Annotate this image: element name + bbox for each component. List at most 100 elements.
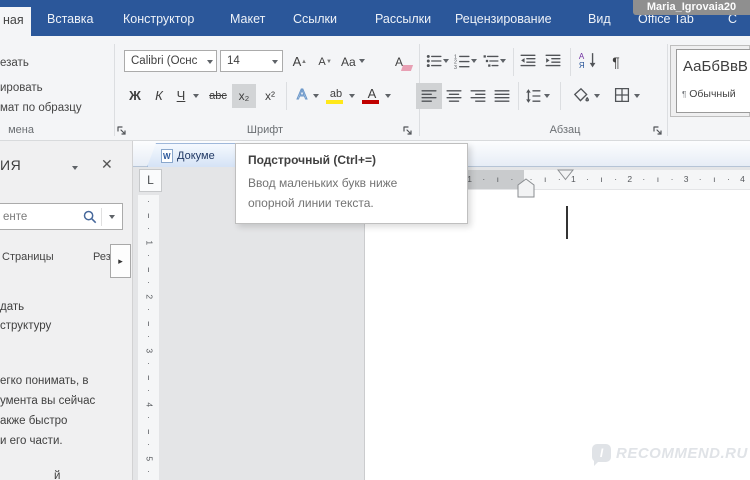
align-left-icon[interactable]: [421, 88, 437, 104]
paragraph-dialog-launcher-icon[interactable]: [653, 126, 663, 136]
decrease-indent-icon[interactable]: [520, 53, 536, 69]
bullet-list-chevron-icon[interactable]: [443, 59, 449, 66]
document-tab[interactable]: Докуме: [147, 143, 239, 167]
tab-layout[interactable]: Макет: [230, 12, 265, 26]
group-divider: [667, 44, 668, 136]
underline-chevron-icon[interactable]: [193, 94, 199, 101]
nav-text-line: дать: [0, 301, 24, 313]
font-color-button[interactable]: А: [362, 82, 382, 106]
bold-button[interactable]: Ж: [124, 84, 146, 108]
tab-view[interactable]: Вид: [588, 12, 611, 26]
numbered-list-chevron-icon[interactable]: [471, 59, 477, 66]
text-effects-button[interactable]: А: [292, 83, 312, 107]
nav-text-line: егко понимать, в: [0, 375, 89, 387]
multilevel-list-chevron-icon[interactable]: [500, 59, 506, 66]
font-color-bar: [362, 100, 379, 104]
grow-font-button[interactable]: А▲: [286, 50, 308, 74]
tab-mailings[interactable]: Рассылки: [375, 12, 431, 26]
first-line-indent-marker[interactable]: [557, 169, 574, 181]
tab-references[interactable]: Ссылки: [293, 12, 337, 26]
tab-review[interactable]: Рецензирование: [455, 12, 552, 26]
font-name-value: Calibri (Оснс: [131, 55, 209, 67]
borders-chevron-icon[interactable]: [634, 94, 640, 101]
shrink-font-button[interactable]: А▼: [311, 50, 333, 74]
nav-text-line: умента вы сейчас: [0, 395, 95, 407]
search-icon[interactable]: [83, 210, 97, 224]
tooltip-body-line: опорной линии текста.: [248, 196, 374, 210]
search-chevron-icon[interactable]: [109, 215, 115, 222]
multilevel-list-icon[interactable]: [483, 53, 499, 69]
document-tab-label: Докуме: [177, 150, 215, 162]
hanging-indent-marker[interactable]: [517, 178, 535, 198]
nav-tabs-more-button[interactable]: ▸: [110, 244, 131, 278]
tab-insert[interactable]: Вставка: [47, 12, 93, 26]
nav-pane-close-icon[interactable]: ✕: [101, 156, 113, 173]
show-marks-button[interactable]: ¶: [606, 50, 626, 74]
clear-formatting-button[interactable]: А: [388, 50, 410, 74]
line-spacing-chevron-icon[interactable]: [544, 94, 550, 101]
clipboard-dialog-launcher-icon[interactable]: [117, 126, 127, 136]
cut-button[interactable]: езать: [0, 57, 29, 69]
tab-stop-selector[interactable]: L: [139, 169, 162, 192]
bullet-list-icon[interactable]: [426, 53, 442, 69]
subscript-tooltip: Подстрочный (Ctrl+=) Ввод маленьких букв…: [235, 143, 468, 224]
font-size-combo[interactable]: 14: [220, 50, 283, 72]
borders-icon[interactable]: [614, 87, 630, 103]
site-watermark: I RECOMMEND.RU: [592, 444, 748, 462]
nav-pane-chevron-icon[interactable]: [72, 166, 78, 173]
highlight-color-bar: [326, 100, 343, 104]
chevron-down-icon[interactable]: [207, 60, 213, 67]
align-right-icon[interactable]: [470, 88, 486, 104]
font-size-value: 14: [227, 55, 240, 67]
italic-button[interactable]: К: [148, 84, 170, 108]
nav-text-line: акже быстро: [0, 415, 67, 427]
chevron-down-icon[interactable]: [272, 60, 278, 67]
subscript-button[interactable]: x₂: [232, 84, 256, 108]
nav-text-line: структуру: [0, 320, 51, 332]
numbered-list-icon[interactable]: 123: [454, 53, 470, 69]
highlight-chevron-icon[interactable]: [349, 94, 355, 101]
nav-pane-title: ИЯ: [0, 157, 21, 173]
text-effects-chevron-icon[interactable]: [313, 94, 319, 101]
shading-bucket-icon[interactable]: [572, 86, 590, 104]
font-group-label: Шрифт: [225, 124, 305, 136]
increase-indent-icon[interactable]: [545, 53, 561, 69]
superscript-button[interactable]: x²: [258, 84, 282, 108]
vertical-ruler[interactable]: ·ı·1·ı·2·ı·3·ı·4·ı·5·: [138, 195, 159, 480]
nav-tab-results[interactable]: Рез: [93, 251, 111, 263]
strikethrough-button[interactable]: abc: [205, 84, 231, 108]
align-center-icon[interactable]: [446, 88, 462, 104]
tab-design[interactable]: Конструктор: [123, 12, 194, 26]
highlight-button[interactable]: ab: [326, 82, 346, 106]
font-name-combo[interactable]: Calibri (Оснс: [124, 50, 217, 72]
font-color-chevron-icon[interactable]: [385, 94, 391, 101]
divider: [570, 48, 571, 76]
tab-home-active[interactable]: ная: [0, 7, 31, 36]
copy-button[interactable]: ировать: [0, 82, 43, 94]
justify-icon[interactable]: [494, 88, 510, 104]
divider: [518, 82, 519, 110]
divider: [560, 82, 561, 110]
search-placeholder: енте: [3, 211, 27, 223]
change-case-button[interactable]: Aa: [340, 50, 366, 74]
tooltip-body-line: Ввод маленьких букв ниже: [248, 176, 397, 190]
font-dialog-launcher-icon[interactable]: [403, 126, 413, 136]
underline-button[interactable]: Ч: [171, 84, 191, 108]
svg-text:А: А: [579, 52, 585, 61]
recommend-bubble-icon: I: [592, 444, 611, 462]
nav-tab-pages[interactable]: Страницы: [2, 251, 54, 263]
search-input[interactable]: енте: [0, 203, 123, 230]
svg-text:Я: Я: [579, 61, 585, 68]
line-spacing-icon[interactable]: [525, 88, 541, 104]
style-name: ¶ Обычный: [682, 88, 736, 100]
svg-text:3: 3: [454, 65, 457, 69]
format-painter-button[interactable]: мат по образцу: [0, 102, 82, 114]
shading-chevron-icon[interactable]: [594, 94, 600, 101]
style-normal-item[interactable]: АаБбВвВ ¶ Обычный: [676, 49, 750, 113]
document-page[interactable]: [364, 190, 750, 480]
word-window: ная Вставка Конструктор Макет Ссылки Рас…: [0, 0, 750, 480]
sort-icon[interactable]: А Я: [578, 52, 598, 68]
divider: [286, 82, 287, 110]
style-preview-text: АаБбВвВ: [683, 58, 748, 75]
username-watermark: Maria_Igrovaia20: [633, 0, 750, 15]
